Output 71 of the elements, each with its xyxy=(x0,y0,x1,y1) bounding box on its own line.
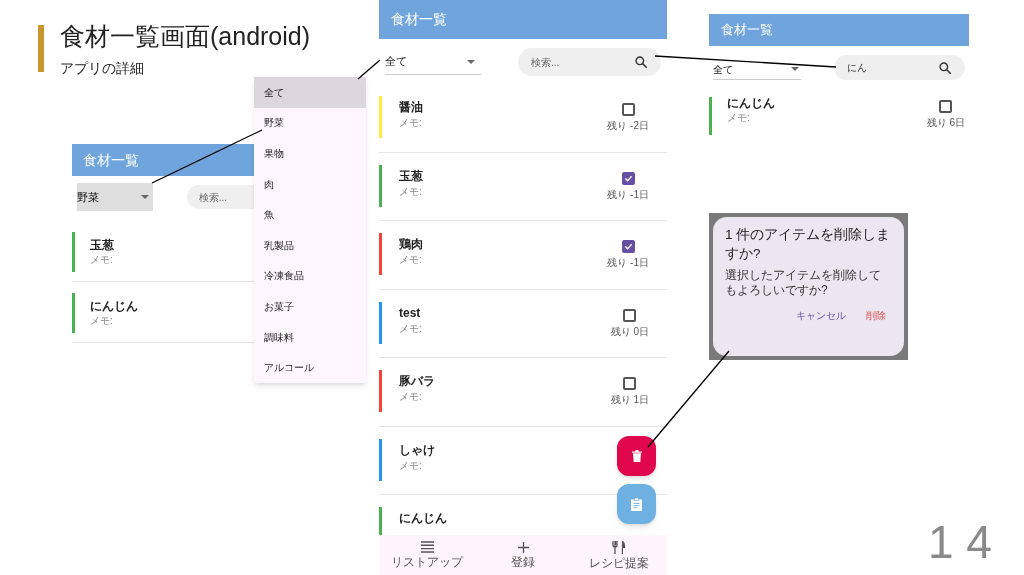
remaining-days: 残り 6日 xyxy=(926,117,965,129)
search-field[interactable]: 検索... xyxy=(518,48,661,76)
check-icon xyxy=(623,173,633,183)
fork-knife-icon xyxy=(612,540,626,554)
item-name: にんじん xyxy=(399,510,447,527)
remaining-days: 残り -1日 xyxy=(607,257,649,269)
checkbox[interactable] xyxy=(621,103,635,116)
page-number: 1 4 xyxy=(928,515,992,570)
menu-item[interactable]: 乳製品 xyxy=(254,229,366,261)
item-name: 醤油 xyxy=(399,99,423,116)
menu-item[interactable]: アルコール xyxy=(254,352,366,383)
search-icon xyxy=(938,60,952,75)
item-name: しゃけ xyxy=(399,441,435,459)
nav-tab[interactable]: レシピ提案 xyxy=(574,540,664,570)
trash-icon xyxy=(631,450,642,462)
remaining-days: 残り 0日 xyxy=(610,325,649,338)
item-memo: メモ: xyxy=(399,391,423,403)
search-field[interactable]: にん xyxy=(834,55,965,80)
dialog-title: 1 件のアイテムを削除しますか? xyxy=(725,226,892,263)
checkbox[interactable] xyxy=(621,171,635,185)
nav-tab[interactable]: リストアップ xyxy=(382,541,472,569)
item-name: 玉葱 xyxy=(90,237,114,254)
category-dropdown[interactable]: 野菜 xyxy=(77,183,153,211)
checkbox[interactable] xyxy=(939,100,953,113)
item-name: 豚バラ xyxy=(399,373,435,390)
dialog-message: 選択したアイテムを削除してもよろしいですか? xyxy=(725,268,882,298)
clipboard-button[interactable] xyxy=(617,484,656,524)
slide-subtitle: アプリの詳細 xyxy=(60,59,144,78)
item-name: 玉葱 xyxy=(399,167,423,185)
plus-icon xyxy=(517,541,529,553)
accent-bar xyxy=(38,25,44,72)
category-dropdown[interactable]: 全て xyxy=(713,59,801,80)
remaining-days: 残り 1日 xyxy=(610,394,649,406)
item-memo: メモ: xyxy=(90,315,114,327)
menu-item[interactable]: お菓子 xyxy=(254,291,366,322)
item-memo: メモ: xyxy=(399,185,423,198)
menu-item[interactable]: 調味料 xyxy=(254,321,366,353)
check-icon xyxy=(623,242,633,251)
caret-icon xyxy=(467,59,475,64)
item-name: にんじん xyxy=(90,298,138,315)
item-memo: メモ: xyxy=(727,112,751,124)
remaining-days: 残り -1日 xyxy=(607,188,649,201)
item-memo: メモ: xyxy=(399,322,422,335)
nav-tab[interactable]: 登録 xyxy=(478,541,568,569)
item-memo: メモ: xyxy=(399,254,423,266)
search-icon xyxy=(634,55,648,69)
remaining-days: 残り -2日 xyxy=(607,120,649,132)
menu-item[interactable]: 野菜 xyxy=(254,107,366,139)
menu-item[interactable]: 全て xyxy=(254,77,366,108)
checkbox[interactable] xyxy=(621,240,635,253)
menu-item[interactable]: 冷凍食品 xyxy=(254,260,366,292)
item-name: 鶏肉 xyxy=(399,236,423,253)
item-name: にんじん xyxy=(727,95,775,112)
caret-icon xyxy=(140,195,149,199)
app-header: 食材一覧 xyxy=(709,14,969,46)
item-memo: メモ: xyxy=(90,254,114,266)
menu-icon xyxy=(420,541,434,553)
delete-button[interactable] xyxy=(617,436,656,476)
app-header: 食材一覧 xyxy=(379,0,667,39)
leader-line xyxy=(357,59,381,80)
item-memo: メモ: xyxy=(399,459,423,472)
menu-item[interactable]: 果物 xyxy=(254,138,366,169)
slide-title: 食材一覧画面(android) xyxy=(60,21,311,52)
checkbox[interactable] xyxy=(623,377,637,390)
cancel-button[interactable]: キャンセル xyxy=(796,308,846,323)
item-memo: メモ: xyxy=(399,117,423,129)
category-dropdown[interactable]: 全て xyxy=(385,49,481,75)
caret-icon xyxy=(791,67,799,71)
item-name: test xyxy=(399,304,422,322)
clipboard-icon xyxy=(631,497,642,511)
checkbox[interactable] xyxy=(623,308,637,322)
